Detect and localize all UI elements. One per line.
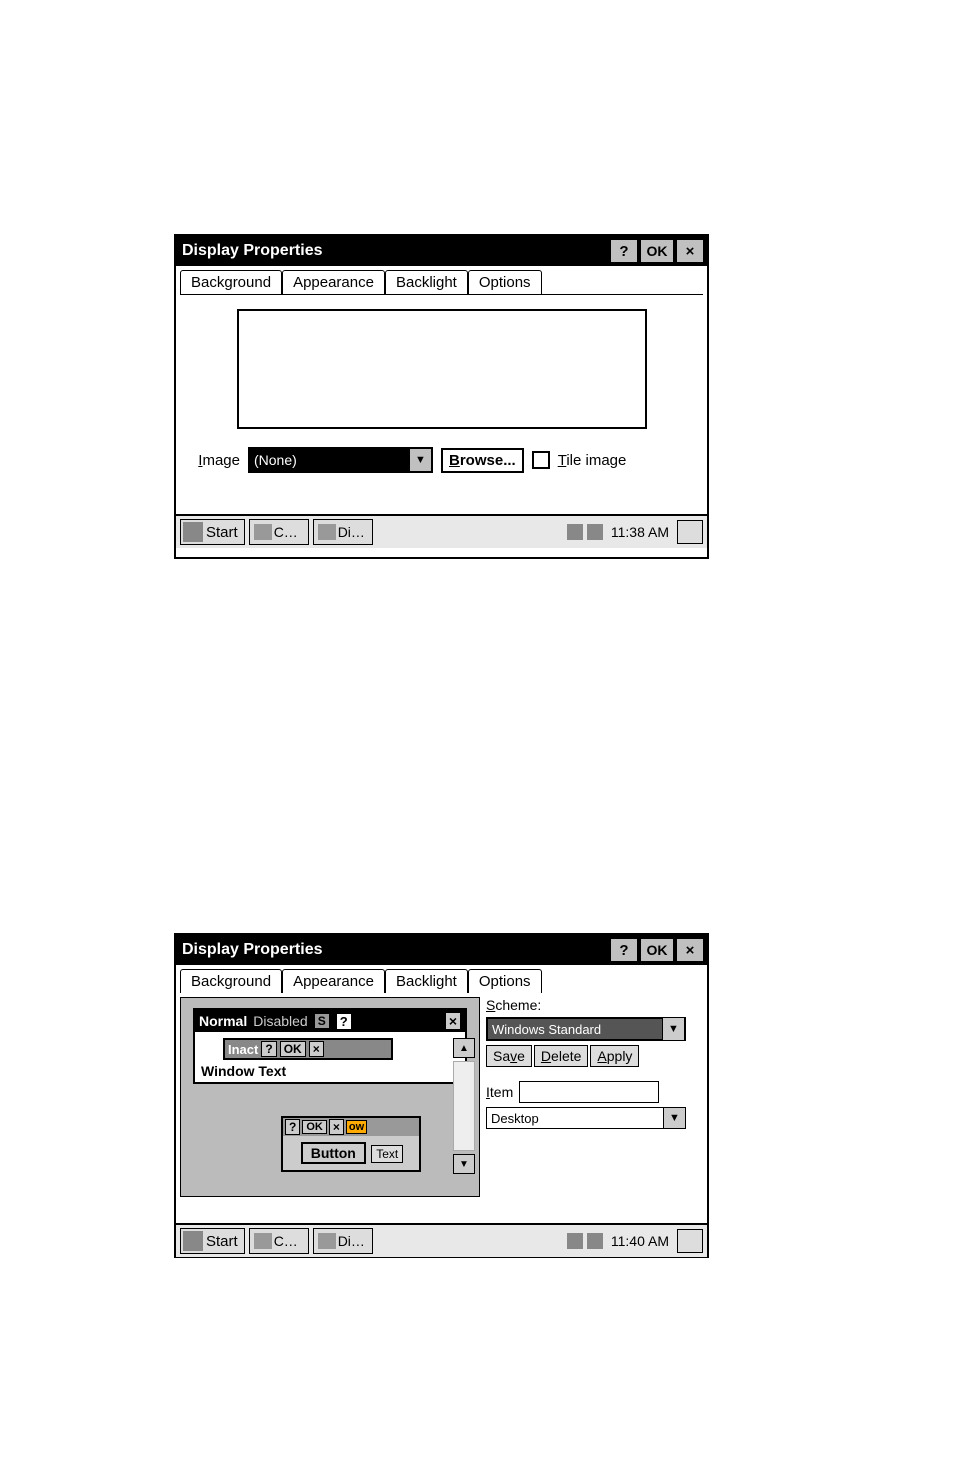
- tab-appearance[interactable]: Appearance: [282, 969, 385, 993]
- chevron-down-icon[interactable]: ▼: [662, 1018, 684, 1040]
- taskbar-task-2[interactable]: Di…: [313, 1228, 373, 1254]
- preview-message-box: ? OK × ow Button Text: [281, 1116, 421, 1172]
- help-icon: ?: [619, 243, 628, 260]
- start-button[interactable]: Start: [180, 519, 245, 545]
- scroll-up-icon: ▲: [453, 1038, 475, 1058]
- preview-button: Button: [301, 1142, 366, 1164]
- volume-icon[interactable]: [587, 1233, 603, 1249]
- desktop-icon[interactable]: [677, 520, 703, 544]
- help-button[interactable]: ?: [610, 239, 638, 263]
- wallpaper-preview: [237, 309, 647, 429]
- window-title: Display Properties: [182, 941, 608, 959]
- display-properties-window-appearance: Display Properties ? OK × Background App…: [174, 933, 709, 1258]
- image-row: Image (None) ▼ Browse... Tile image: [188, 447, 695, 473]
- item-combo[interactable]: Desktop ▼: [486, 1107, 686, 1129]
- app-icon: [254, 1233, 272, 1249]
- titlebar: Display Properties ? OK ×: [176, 236, 707, 266]
- scheme-button-row: Save Delete Apply: [486, 1045, 703, 1067]
- taskbar-task-2[interactable]: Di…: [313, 519, 373, 545]
- taskbar: Start C… Di… 11:38 AM: [176, 514, 707, 548]
- browse-button[interactable]: Browse...: [441, 448, 524, 473]
- tab-strip: Background Appearance Backlight Options: [176, 965, 707, 993]
- tab-body-background: Image (None) ▼ Browse... Tile image: [180, 294, 703, 514]
- scheme-combo[interactable]: Windows Standard ▼: [486, 1017, 686, 1041]
- volume-icon[interactable]: [587, 524, 603, 540]
- chevron-down-icon[interactable]: ▼: [663, 1108, 685, 1128]
- preview-window-text: Window Text: [195, 1060, 465, 1082]
- desktop-icon[interactable]: [677, 1229, 703, 1253]
- appearance-preview: Normal Disabled S ? × Inact ? OK × Windo…: [180, 997, 480, 1197]
- image-combo[interactable]: (None) ▼: [248, 447, 433, 473]
- image-label: Image: [188, 452, 240, 469]
- tab-body-appearance: Normal Disabled S ? × Inact ? OK × Windo…: [176, 993, 707, 1223]
- tab-background[interactable]: Background: [180, 270, 282, 294]
- close-icon: ×: [445, 1012, 461, 1030]
- network-icon[interactable]: [567, 524, 583, 540]
- clock[interactable]: 11:38 AM: [611, 524, 669, 540]
- start-icon: [183, 1231, 203, 1251]
- scroll-down-icon: ▼: [453, 1154, 475, 1174]
- close-icon: ×: [686, 243, 695, 260]
- item-label: Item: [486, 1084, 513, 1100]
- help-icon: ?: [619, 942, 628, 959]
- taskbar: Start C… Di… 11:40 AM: [176, 1223, 707, 1257]
- tab-backlight[interactable]: Backlight: [385, 969, 468, 993]
- network-icon[interactable]: [567, 1233, 583, 1249]
- tile-image-checkbox[interactable]: [532, 451, 550, 469]
- start-icon: [183, 522, 203, 542]
- close-button[interactable]: ×: [676, 938, 704, 962]
- preview-scrollbar: ▲ ▼: [453, 1038, 475, 1174]
- ok-button[interactable]: OK: [640, 938, 674, 962]
- save-button[interactable]: Save: [486, 1045, 532, 1067]
- scheme-label: Scheme:: [486, 997, 703, 1013]
- app-icon: [318, 524, 336, 540]
- tab-options[interactable]: Options: [468, 270, 542, 294]
- taskbar-task-1[interactable]: C…: [249, 1228, 309, 1254]
- titlebar: Display Properties ? OK ×: [176, 935, 707, 965]
- preview-normal-titlebar: Normal Disabled S ? ×: [195, 1010, 465, 1032]
- window-title: Display Properties: [182, 242, 608, 260]
- apply-button[interactable]: Apply: [590, 1045, 639, 1067]
- preview-inactive-window: Inact ? OK ×: [223, 1038, 393, 1060]
- item-color-box[interactable]: [519, 1081, 659, 1103]
- clock[interactable]: 11:40 AM: [611, 1233, 669, 1249]
- tab-appearance[interactable]: Appearance: [282, 270, 385, 294]
- system-tray: 11:38 AM: [567, 520, 703, 544]
- help-icon: ?: [336, 1013, 352, 1030]
- tile-image-label: Tile image: [558, 452, 627, 469]
- start-button[interactable]: Start: [180, 1228, 245, 1254]
- tab-background[interactable]: Background: [180, 969, 282, 993]
- close-icon: ×: [686, 942, 695, 959]
- tab-backlight[interactable]: Backlight: [385, 270, 468, 294]
- delete-button[interactable]: Delete: [534, 1045, 588, 1067]
- system-tray: 11:40 AM: [567, 1229, 703, 1253]
- taskbar-task-1[interactable]: C…: [249, 519, 309, 545]
- close-button[interactable]: ×: [676, 239, 704, 263]
- help-button[interactable]: ?: [610, 938, 638, 962]
- appearance-controls: Scheme: Windows Standard ▼ Save Delete A…: [486, 997, 703, 1223]
- tab-options[interactable]: Options: [468, 969, 542, 993]
- display-properties-window-background: Display Properties ? OK × Background App…: [174, 234, 709, 559]
- chevron-down-icon[interactable]: ▼: [409, 449, 431, 471]
- tab-strip: Background Appearance Backlight Options: [176, 266, 707, 294]
- app-icon: [318, 1233, 336, 1249]
- ok-button[interactable]: OK: [640, 239, 674, 263]
- app-icon: [254, 524, 272, 540]
